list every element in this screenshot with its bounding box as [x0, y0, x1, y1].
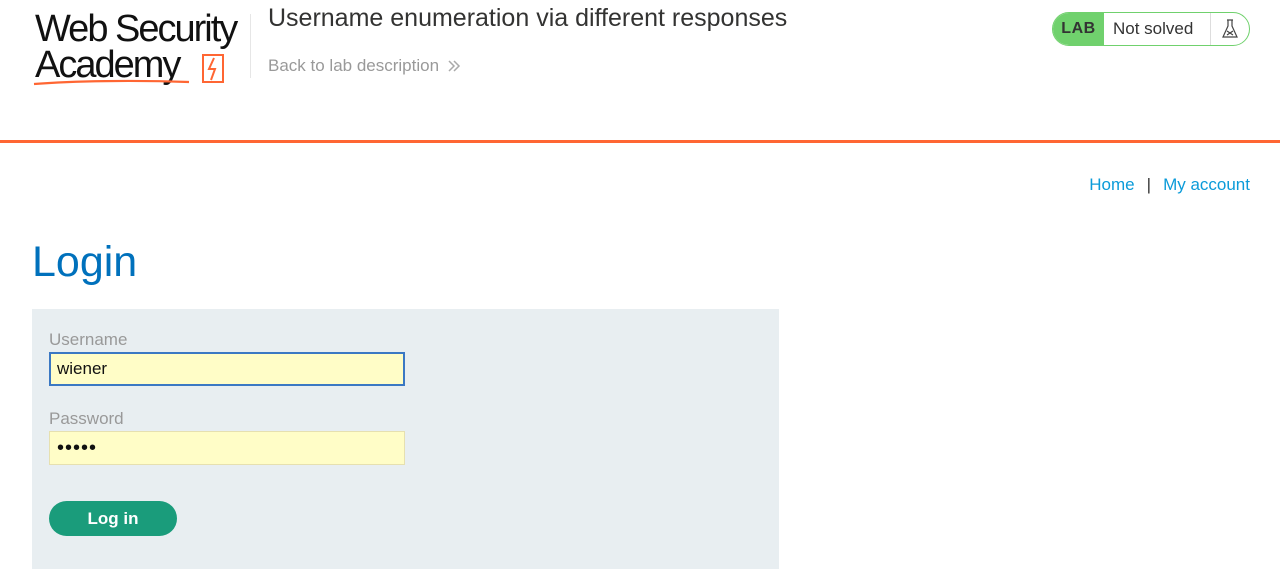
password-label: Password: [49, 409, 124, 428]
flask-icon: [1211, 13, 1249, 45]
nav-separator: |: [1146, 175, 1152, 194]
password-input[interactable]: •••••: [49, 431, 405, 465]
header-accent-rule: [0, 140, 1280, 143]
username-label: Username: [49, 330, 128, 349]
nav-home-link[interactable]: Home: [1089, 175, 1134, 195]
double-chevron-right-icon: [448, 60, 461, 72]
login-form: Username wiener Password ••••• Log in: [32, 309, 779, 569]
log-in-button[interactable]: Log in: [49, 501, 177, 536]
logo-underline-icon: [33, 79, 190, 86]
nav-my-account-link[interactable]: My account: [1163, 175, 1250, 195]
username-input[interactable]: wiener: [49, 352, 405, 386]
web-security-academy-logo[interactable]: Web Security Academy: [33, 8, 248, 88]
page-header: Web Security Academy Username enumeratio…: [0, 0, 1280, 143]
lab-status-widget: LAB Not solved: [1052, 12, 1250, 46]
lab-badge: LAB: [1053, 13, 1104, 45]
page-title: Login: [32, 238, 138, 286]
lab-status-text: Not solved: [1104, 13, 1211, 45]
lightning-bolt-icon: [202, 54, 224, 83]
header-divider: [250, 14, 251, 78]
lab-title: Username enumeration via different respo…: [268, 4, 788, 32]
logo-text-line1: Web Security: [35, 8, 238, 50]
back-link-label: Back to lab description: [268, 56, 440, 75]
top-navigation: Home | My account: [1089, 175, 1250, 195]
back-to-lab-description-link[interactable]: Back to lab description: [268, 56, 461, 76]
